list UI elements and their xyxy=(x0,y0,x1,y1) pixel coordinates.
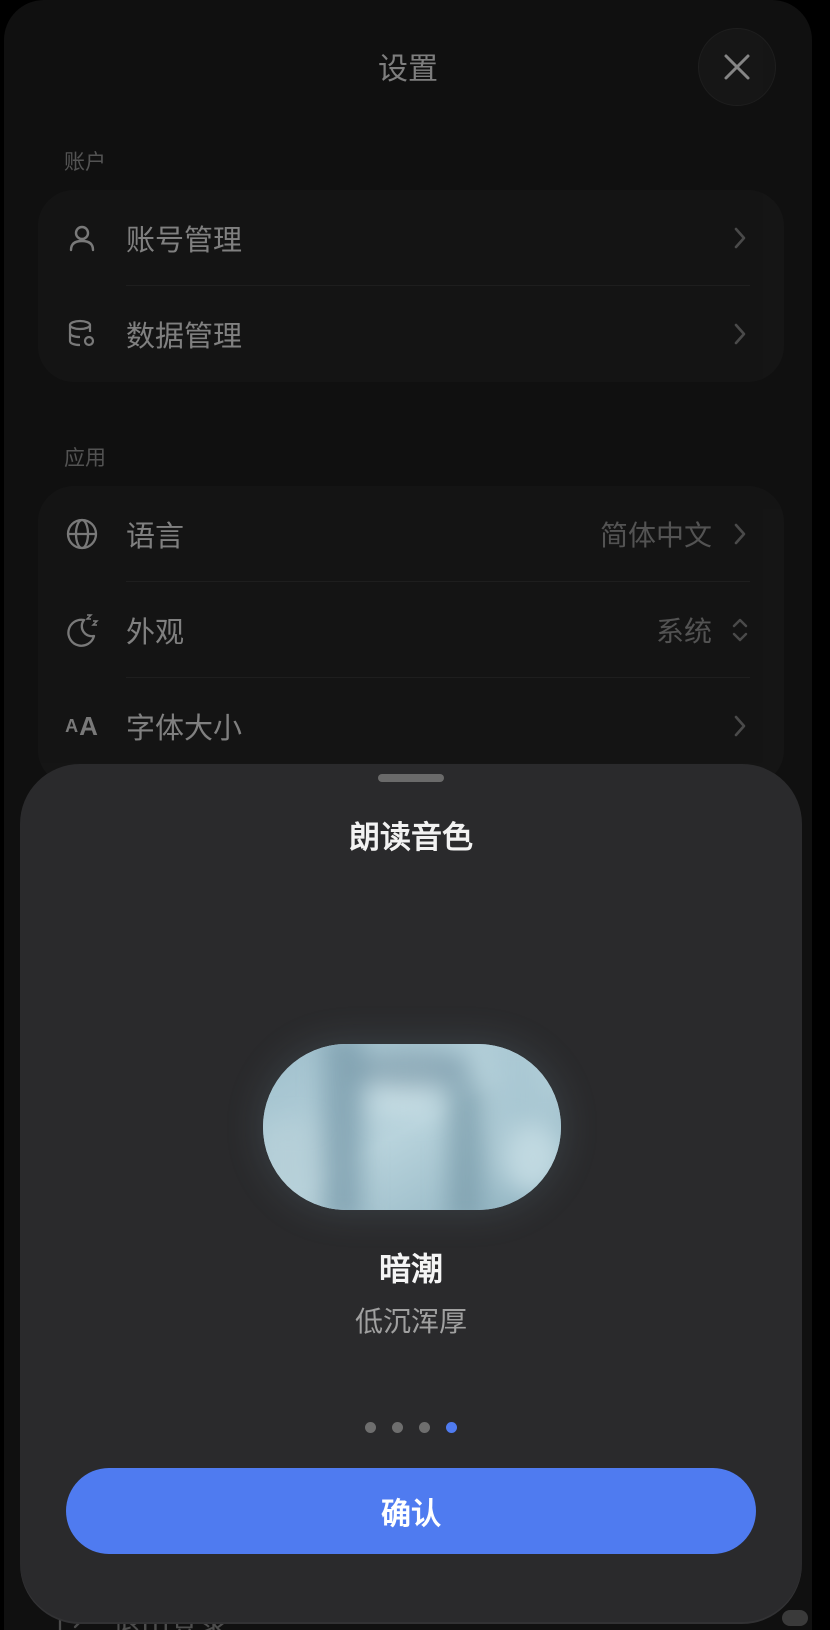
moon-zzz-icon xyxy=(64,612,100,648)
row-label: 语言 xyxy=(126,519,185,553)
settings-row-appearance[interactable]: 外观 系统 xyxy=(38,582,784,678)
chevron-up-down-icon xyxy=(730,617,750,643)
font-size-icon: AA xyxy=(65,710,99,741)
page-title: 设置 xyxy=(378,52,438,87)
close-button[interactable] xyxy=(698,28,776,106)
row-label: 字体大小 xyxy=(126,711,243,745)
row-label: 外观 xyxy=(126,615,185,649)
app-group: 语言 简体中文 外观 系统 A A 字体大小 xyxy=(38,486,784,786)
watermark-badge xyxy=(782,1610,808,1626)
page-dot[interactable] xyxy=(365,1422,376,1433)
person-icon xyxy=(64,220,100,256)
voice-name: 暗潮 xyxy=(378,1250,443,1288)
row-value: 简体中文 xyxy=(599,519,712,552)
sheet-title: 朗读音色 xyxy=(349,820,473,856)
section-label-app: 应用 xyxy=(64,446,106,470)
page-dot[interactable] xyxy=(419,1422,430,1433)
voice-picker-sheet: 朗读音色 暗潮 低沉浑厚 确认 xyxy=(20,764,802,1624)
section-label-account: 账户 xyxy=(64,150,106,174)
page-dot-active[interactable] xyxy=(446,1422,457,1433)
settings-row-font-size[interactable]: AA 字体大小 xyxy=(38,678,784,774)
chevron-right-icon xyxy=(730,713,750,739)
confirm-button[interactable]: 确认 xyxy=(66,1468,756,1554)
page-indicator[interactable] xyxy=(20,1422,802,1433)
sheet-grabber[interactable] xyxy=(378,774,444,782)
voice-description: 低沉浑厚 xyxy=(354,1305,467,1338)
chevron-right-icon xyxy=(730,521,750,547)
globe-icon xyxy=(64,516,100,552)
row-value: 系统 xyxy=(655,615,712,648)
account-group: 账号管理 数据管理 xyxy=(38,190,784,382)
close-icon xyxy=(724,54,750,80)
row-label: 账号管理 xyxy=(126,223,243,257)
page-dot[interactable] xyxy=(392,1422,403,1433)
row-label: 数据管理 xyxy=(126,319,243,353)
chevron-right-icon xyxy=(730,321,750,347)
chevron-right-icon xyxy=(730,225,750,251)
settings-row-account[interactable]: 账号管理 xyxy=(38,190,784,286)
settings-row-data[interactable]: 数据管理 xyxy=(38,286,784,382)
database-gear-icon xyxy=(64,316,100,352)
voice-preview-card[interactable] xyxy=(263,1044,561,1210)
voice-gradient-art xyxy=(263,1044,561,1210)
settings-screen: 设置 账户 账号管理 数据管理 应用 语言 简体中文 外观 系统 A A 字体大… xyxy=(4,0,812,1630)
settings-row-language[interactable]: 语言 简体中文 xyxy=(38,486,784,582)
